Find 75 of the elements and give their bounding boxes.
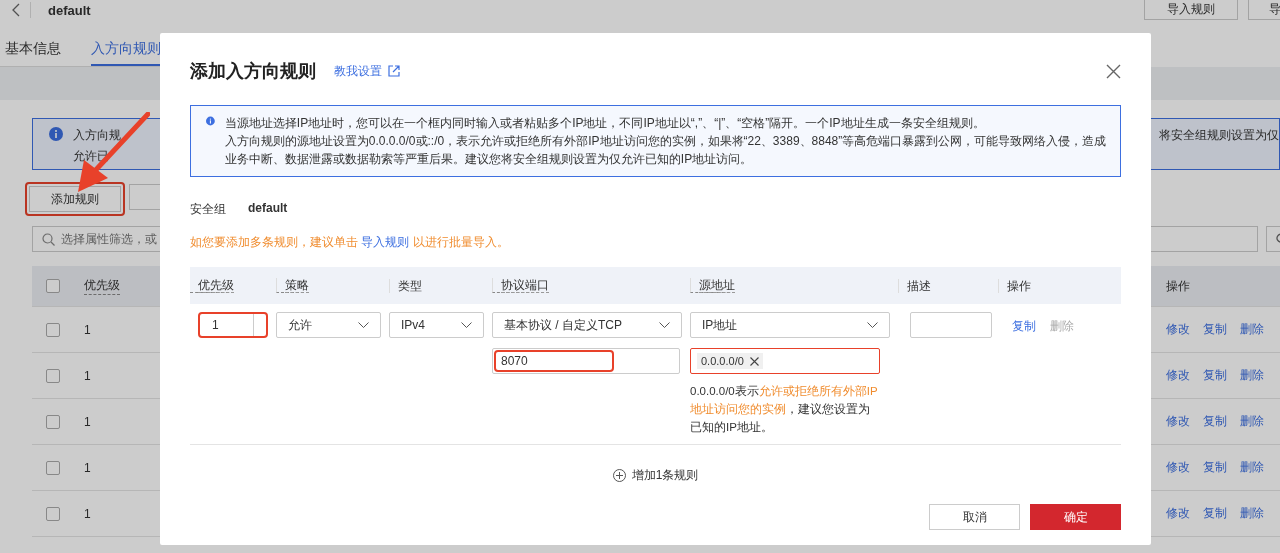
chevron-down-icon <box>358 322 369 328</box>
ip-tag: 0.0.0.0/0 <box>697 353 763 369</box>
cancel-button[interactable]: 取消 <box>929 504 1020 530</box>
source-type-select[interactable]: IP地址 <box>690 312 890 338</box>
add-rule-button[interactable]: 添加规则 <box>29 186 121 212</box>
column-header: 优先级 <box>190 278 234 293</box>
row-checkbox[interactable] <box>46 368 60 383</box>
bulk-hint: 如您要添加多条规则，建议单击 导入规则 以进行批量导入。 <box>190 234 510 251</box>
rule-action-link[interactable]: 复制 <box>1012 318 1036 436</box>
notice-text: 将安全组规则设置为仅 <box>1159 127 1279 144</box>
column-header: 操作 <box>1166 277 1191 295</box>
field-value: default <box>248 201 288 217</box>
chevron-down-icon <box>659 322 670 328</box>
row-action-link[interactable]: 修改 <box>1166 367 1190 384</box>
notice-text: 入方向规 <box>73 127 121 144</box>
column-header: 源地址 <box>690 278 735 293</box>
import-rules-link[interactable]: 导入规则 <box>361 235 410 249</box>
row-action-link[interactable]: 修改 <box>1166 413 1190 430</box>
protocol-select[interactable]: 基本协议 / 自定义TCP <box>492 312 682 338</box>
row-action-link[interactable]: 复制 <box>1203 321 1227 338</box>
help-link[interactable]: 教我设置 <box>334 62 400 80</box>
info-icon <box>49 127 63 141</box>
notice-text: 入方向规则的源地址设置为0.0.0.0/0或::/0，表示允许或拒绝所有外部IP地址访问您的实例，如果将“22、3389、8848”等高危端口暴露到公网，可能导致网络入侵，造成业务中断、数据泄露或数据勒索等严重后果。建议您将安全组规则设置为仅允许已知的IP地址访问。 <box>224 133 1108 168</box>
row-action-link[interactable]: 复制 <box>1203 367 1227 384</box>
select-all-checkbox[interactable] <box>46 279 60 293</box>
row-checkbox[interactable] <box>46 506 60 521</box>
row-action-link[interactable]: 删除 <box>1240 505 1264 522</box>
table-cell-text: 1 <box>84 506 92 521</box>
policy-select[interactable]: 允许 <box>276 312 381 338</box>
column-header: 策略 <box>276 278 309 293</box>
row-action-link[interactable]: 删除 <box>1240 367 1264 384</box>
chevron-down-icon <box>867 322 878 328</box>
row-action-link[interactable]: 删除 <box>1240 459 1264 476</box>
column-header: 优先级 <box>84 277 120 295</box>
row-action-link[interactable]: 复制 <box>1203 413 1227 430</box>
chevron-down-icon <box>461 322 472 328</box>
table-cell-text: 1 <box>84 368 92 383</box>
row-action-link[interactable]: 修改 <box>1166 505 1190 522</box>
plus-circle-icon <box>612 469 626 482</box>
back-icon[interactable] <box>12 3 20 17</box>
row-action-link[interactable]: 修改 <box>1166 459 1190 476</box>
column-header: 协议端口 <box>492 278 549 293</box>
table-cell-text: 1 <box>84 322 92 337</box>
row-checkbox[interactable] <box>46 414 60 429</box>
field-label: 安全组 <box>190 201 226 218</box>
port-field[interactable]: 8070 <box>494 350 614 372</box>
type-select[interactable]: IPv4 <box>389 312 484 338</box>
row-action-link[interactable]: 删除 <box>1240 321 1264 338</box>
row-checkbox[interactable] <box>46 460 60 475</box>
priority-field[interactable]: 1 <box>198 312 268 338</box>
remove-icon[interactable] <box>749 356 759 366</box>
row-action-link[interactable]: 删除 <box>1240 413 1264 430</box>
tab[interactable]: 基本信息 <box>5 40 61 66</box>
source-field[interactable]: 0.0.0.0/0 <box>690 348 880 374</box>
dialog-title: 添加入方向规则 <box>190 60 316 83</box>
column-header: 类型 <box>389 278 422 293</box>
table-cell-text: 1 <box>84 460 92 475</box>
header-button[interactable]: 导 <box>1248 0 1280 20</box>
info-icon <box>206 114 215 128</box>
notice-text: 当源地址选择IP地址时，您可以在一个框内同时输入或者粘贴多个IP地址，不同IP地址以“,”、“|”、“空格”隔开。一个IP地址生成一条安全组规则。 <box>224 115 986 132</box>
column-header: 描述 <box>898 278 931 293</box>
header-button[interactable]: 导入规则 <box>1144 0 1238 20</box>
column-header: 操作 <box>998 278 1031 293</box>
page-title: default <box>48 2 91 18</box>
row-action-link[interactable]: 修改 <box>1166 321 1190 338</box>
source-hint: 0.0.0.0/0表示允许或拒绝所有外部IP地址访问您的实例，建议您设置为已知的IP地址。 <box>690 384 879 435</box>
description-field[interactable] <box>910 312 992 338</box>
confirm-button[interactable]: 确定 <box>1030 504 1121 530</box>
close-icon[interactable] <box>1106 63 1121 79</box>
add-rule-link[interactable]: 增加1条规则 <box>612 467 699 484</box>
external-link-icon <box>388 65 400 77</box>
row-action-link[interactable]: 复制 <box>1203 505 1227 522</box>
row-checkbox[interactable] <box>46 322 60 337</box>
row-action-link[interactable]: 复制 <box>1203 459 1227 476</box>
table-cell-text: 1 <box>84 414 92 429</box>
